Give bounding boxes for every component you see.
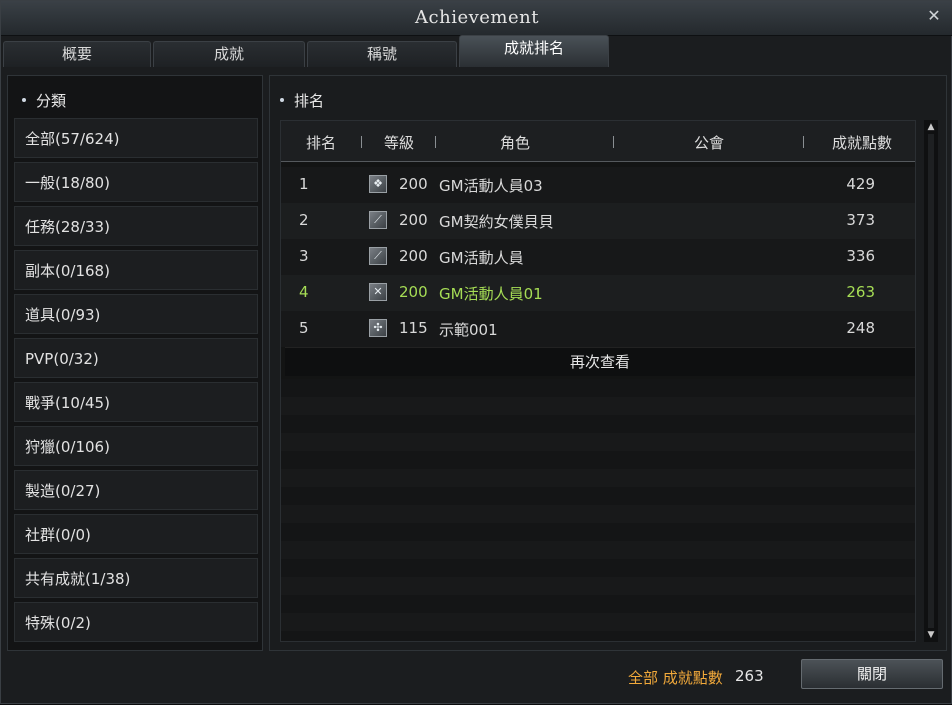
column-separator (361, 136, 362, 148)
level-cell: 200 (399, 283, 428, 301)
rank-cell: 5 (299, 319, 309, 337)
tab-titles[interactable]: 稱號 (307, 41, 457, 67)
ranking-rows: 1 ❖ 200 GM活動人員03 429 2 ⟋ 200 GM契約女僕貝貝 37… (281, 167, 915, 347)
category-item-all[interactable]: 全部(57/624) (14, 118, 258, 158)
tab-achievements[interactable]: 成就 (153, 41, 305, 67)
column-header-points[interactable]: 成就點數 (829, 132, 895, 153)
category-item-quest[interactable]: 任務(28/33) (14, 206, 258, 246)
class-icon: ✕ (369, 283, 387, 301)
class-icon: ⟋ (369, 211, 387, 229)
column-header-rank[interactable]: 排名 (303, 132, 339, 153)
category-item-community[interactable]: 社群(0/0) (14, 514, 258, 554)
tab-overview[interactable]: 概要 (3, 41, 151, 67)
ranking-table: 排名 等級 角色 公會 成就點數 1 ❖ 200 GM活動人員03 429 2 … (280, 120, 916, 642)
table-row[interactable]: 5 ✣ 115 示範001 248 (281, 311, 915, 347)
character-cell: GM活動人員 (439, 249, 524, 267)
class-icon: ✣ (369, 319, 387, 337)
rank-cell: 3 (299, 247, 309, 265)
character-cell: GM活動人員03 (439, 177, 543, 195)
level-cell: 200 (399, 175, 428, 193)
level-cell: 200 (399, 247, 428, 265)
footer-bar: 全部 成就點數 263 關閉 (1, 655, 952, 705)
scrollbar[interactable]: ▲ ▼ (924, 120, 938, 642)
total-points-value: 263 (735, 667, 764, 685)
category-item-hunting[interactable]: 狩獵(0/106) (14, 426, 258, 466)
points-cell: 336 (846, 247, 875, 265)
table-row[interactable]: 3 ⟋ 200 GM活動人員 336 (281, 239, 915, 275)
level-cell: 200 (399, 211, 428, 229)
character-cell: GM活動人員01 (439, 285, 543, 303)
category-item-war[interactable]: 戰爭(10/45) (14, 382, 258, 422)
column-separator (613, 136, 614, 148)
character-cell: 示範001 (439, 321, 498, 339)
scroll-up-icon[interactable]: ▲ (926, 122, 936, 132)
total-points-label: 全部 成就點數 (628, 669, 723, 687)
close-icon[interactable]: ✕ (925, 7, 943, 25)
rank-cell: 4 (299, 283, 309, 301)
close-button[interactable]: 關閉 (801, 659, 943, 689)
tab-bar: 概要 成就 稱號 成就排名 (1, 35, 952, 67)
category-item-shared[interactable]: 共有成就(1/38) (14, 558, 258, 598)
category-item-special[interactable]: 特殊(0/2) (14, 602, 258, 642)
achievement-window: Achievement ✕ 概要 成就 稱號 成就排名 分類 全部(57/624… (0, 0, 952, 704)
column-header-level[interactable]: 等級 (381, 132, 417, 153)
table-header: 排名 等級 角色 公會 成就點數 (281, 121, 915, 162)
view-again-button[interactable]: 再次查看 (285, 347, 915, 376)
title-bar[interactable]: Achievement ✕ (1, 1, 952, 36)
points-cell: 429 (846, 175, 875, 193)
category-header: 分類 (22, 90, 66, 111)
bullet-icon (22, 97, 26, 102)
points-cell: 373 (846, 211, 875, 229)
column-separator (435, 136, 436, 148)
category-item-pvp[interactable]: PVP(0/32) (14, 338, 258, 378)
class-icon: ⟋ (369, 247, 387, 265)
scroll-down-icon[interactable]: ▼ (926, 630, 936, 640)
window-title: Achievement (415, 7, 539, 28)
category-title: 分類 (36, 92, 67, 110)
table-row[interactable]: 1 ❖ 200 GM活動人員03 429 (281, 167, 915, 203)
category-list: 全部(57/624) 一般(18/80) 任務(28/33) 副本(0/168)… (14, 118, 258, 646)
character-cell: GM契約女僕貝貝 (439, 213, 554, 231)
points-cell: 263 (846, 283, 875, 301)
table-row[interactable]: 2 ⟋ 200 GM契約女僕貝貝 373 (281, 203, 915, 239)
scrollbar-track[interactable] (928, 134, 934, 628)
ranking-title: 排名 (294, 92, 325, 110)
table-row-current-player[interactable]: 4 ✕ 200 GM活動人員01 263 (281, 275, 915, 311)
class-icon: ❖ (369, 175, 387, 193)
category-item-dungeon[interactable]: 副本(0/168) (14, 250, 258, 290)
bullet-icon (280, 97, 284, 102)
rank-cell: 2 (299, 211, 309, 229)
category-item-item[interactable]: 道具(0/93) (14, 294, 258, 334)
column-header-guild[interactable]: 公會 (691, 132, 727, 153)
column-header-character[interactable]: 角色 (497, 132, 533, 153)
category-panel: 分類 全部(57/624) 一般(18/80) 任務(28/33) 副本(0/1… (7, 75, 263, 651)
empty-rows-area (281, 379, 915, 641)
category-item-general[interactable]: 一般(18/80) (14, 162, 258, 202)
category-item-crafting[interactable]: 製造(0/27) (14, 470, 258, 510)
column-separator (803, 136, 804, 148)
ranking-panel: 排名 排名 等級 角色 公會 成就點數 1 ❖ 200 GM活動人員03 429… (269, 75, 947, 651)
tab-ranking[interactable]: 成就排名 (459, 35, 609, 67)
level-cell: 115 (399, 319, 428, 337)
ranking-header: 排名 (280, 90, 324, 111)
points-cell: 248 (846, 319, 875, 337)
rank-cell: 1 (299, 175, 309, 193)
